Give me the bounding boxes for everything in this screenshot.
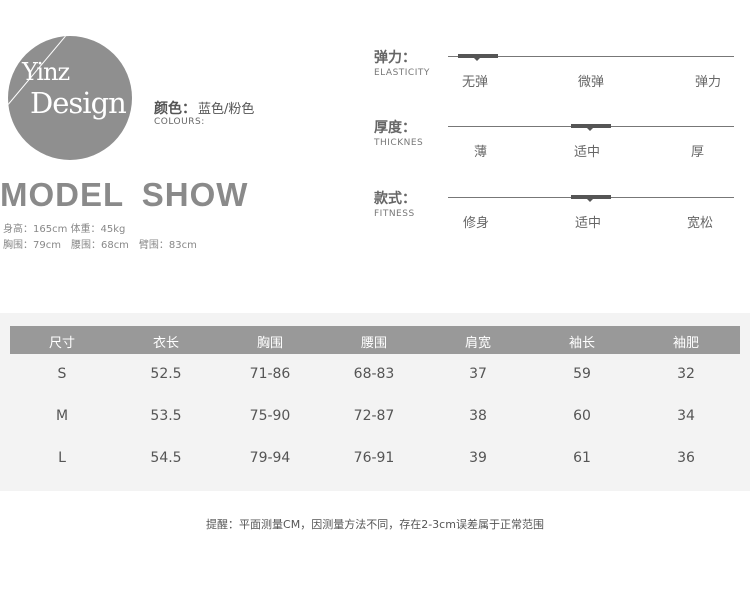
scale-option: 厚 xyxy=(691,145,705,160)
scale-label-en: THICKNES xyxy=(374,138,424,148)
model-stats-line1: 身高：165cm 体重：45kg xyxy=(3,224,126,235)
table-cell: 76-91 xyxy=(353,450,395,466)
table-cell: L xyxy=(58,450,66,466)
measurement-note: 提醒：平面测量CM，因测量方法不同，存在2-3cm误差属于正常范围 xyxy=(206,518,544,531)
header-cell: 衣长 xyxy=(152,336,179,351)
header-cell: 胸围 xyxy=(256,336,283,351)
fitness-scale: 款式： FITNESS 修身 适中 宽松 xyxy=(374,188,734,231)
scale-option: 宽松 xyxy=(687,216,714,231)
table-cell: 34 xyxy=(677,408,695,424)
table-cell: 37 xyxy=(469,366,487,382)
brand-logo: Yinz Design xyxy=(8,36,132,160)
scale-marker xyxy=(458,54,498,61)
table-row: L 54.5 79-94 76-91 39 61 36 xyxy=(10,450,740,470)
table-cell: 36 xyxy=(677,450,695,466)
scale-option: 弹力 xyxy=(695,75,722,90)
model-stats-line2: 胸围：79cm 腰围：68cm 臂围：83cm xyxy=(3,240,197,251)
scale-option: 适中 xyxy=(574,145,601,160)
scale-label: 厚度： xyxy=(374,120,416,136)
header-cell: 袖长 xyxy=(568,336,595,351)
header-cell: 肩宽 xyxy=(464,336,491,351)
model-stats: 身高：165cm 体重：45kg 胸围：79cm 腰围：68cm 臂围：83cm xyxy=(3,222,197,254)
table-cell: 59 xyxy=(573,366,591,382)
scale-option: 薄 xyxy=(474,145,488,160)
table-cell: M xyxy=(55,408,69,424)
table-cell: 52.5 xyxy=(150,366,182,382)
colour-value: 蓝色/粉色 xyxy=(198,102,255,117)
table-row: S 52.5 71-86 68-83 37 59 32 xyxy=(10,366,740,386)
table-cell: 71-86 xyxy=(249,366,291,382)
thickness-scale: 厚度： THICKNES 薄 适中 厚 xyxy=(374,117,734,160)
scale-label-en: ELASTICITY xyxy=(374,68,430,78)
logo-text-line2: Design xyxy=(30,86,127,120)
header-cell: 尺寸 xyxy=(48,336,75,351)
size-table-header: 尺寸 衣长 胸围 腰围 肩宽 袖长 袖肥 xyxy=(10,326,740,354)
colour-label-en: COLOURS: xyxy=(154,117,205,127)
header-cell: 袖肥 xyxy=(672,336,699,351)
table-cell: 60 xyxy=(573,408,591,424)
scale-label: 弹力： xyxy=(374,50,416,66)
colour-label: 颜色： xyxy=(154,101,196,117)
table-cell: S xyxy=(57,366,67,382)
table-cell: 68-83 xyxy=(353,366,395,382)
table-cell: 39 xyxy=(469,450,487,466)
scale-label: 款式： xyxy=(374,191,416,207)
scale-option: 微弹 xyxy=(578,75,605,90)
table-row: M 53.5 75-90 72-87 38 60 34 xyxy=(10,408,740,428)
scale-option: 修身 xyxy=(463,216,490,231)
table-cell: 32 xyxy=(677,366,695,382)
logo-text-line1: Yinz xyxy=(22,58,70,86)
scale-label-en: FITNESS xyxy=(374,209,415,219)
table-cell: 53.5 xyxy=(150,408,182,424)
header-cell: 腰围 xyxy=(360,336,387,351)
scale-marker xyxy=(571,195,611,202)
scale-option: 适中 xyxy=(575,216,602,231)
table-cell: 72-87 xyxy=(353,408,395,424)
table-cell: 54.5 xyxy=(150,450,182,466)
table-cell: 75-90 xyxy=(249,408,291,424)
colour-info: 颜色： 蓝色/粉色 COLOURS: xyxy=(154,98,254,127)
elasticity-scale: 弹力： ELASTICITY 无弹 微弹 弹力 xyxy=(374,47,734,90)
model-show-title: MODEL SHOW xyxy=(0,176,249,213)
table-cell: 38 xyxy=(469,408,487,424)
table-cell: 61 xyxy=(573,450,591,466)
scale-marker xyxy=(571,124,611,131)
scale-option: 无弹 xyxy=(462,75,489,90)
table-cell: 79-94 xyxy=(249,450,291,466)
